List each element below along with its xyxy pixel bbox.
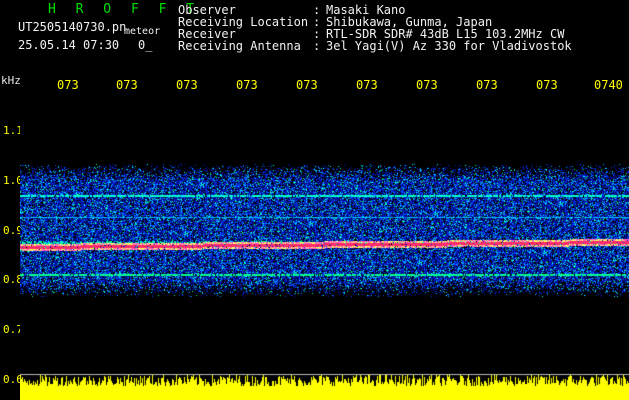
antenna-value: 3el Yagi(V) Az 330 for Vladivostok	[326, 39, 572, 53]
time-tick: 073	[356, 78, 378, 92]
image-filename: UT2505140730.pn	[18, 20, 127, 34]
header-panel: H R O F F T UT2505140730.pn meteor 25.05…	[0, 0, 629, 75]
count-label: 0_	[138, 38, 153, 52]
time-tick: 073	[236, 78, 258, 92]
time-tick: 073	[296, 78, 318, 92]
time-tick: 0740	[594, 78, 623, 92]
mode-label: meteor	[124, 26, 161, 37]
time-tick: 073	[116, 78, 138, 92]
time-tick: 073	[176, 78, 198, 92]
freq-unit-label: kHz	[1, 74, 21, 87]
spectrogram-canvas	[20, 97, 629, 400]
separator: :	[313, 39, 321, 53]
time-tick: 073	[57, 78, 79, 92]
time-tick: 073	[476, 78, 498, 92]
observation-datetime: 25.05.14 07:30	[18, 38, 120, 52]
time-tick: 073	[536, 78, 558, 92]
time-tick: 073	[416, 78, 438, 92]
antenna-label: Receiving Antenna	[178, 39, 301, 53]
